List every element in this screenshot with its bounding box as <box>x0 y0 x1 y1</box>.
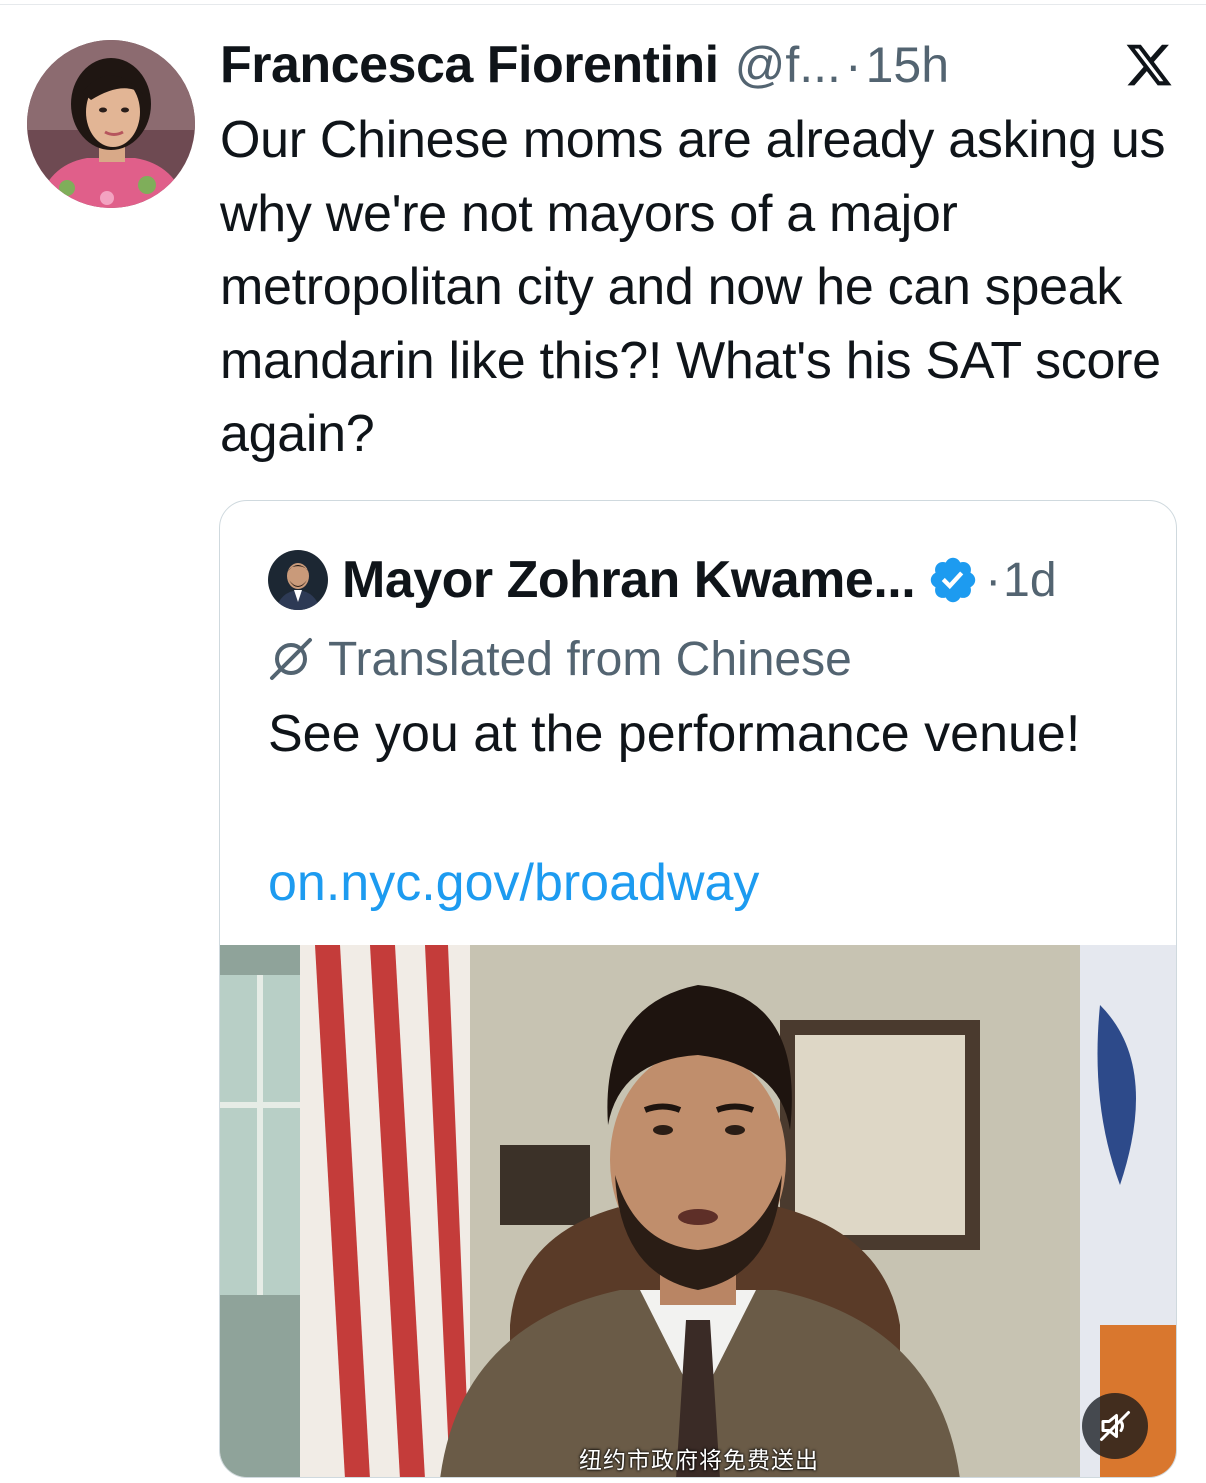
verified-badge-icon <box>930 557 976 603</box>
us-flag <box>300 945 470 1477</box>
video-subtitle: 纽约市政府将免费送出 <box>579 1448 819 1474</box>
quoted-tweet-link[interactable]: on.nyc.gov/broadway <box>268 846 759 920</box>
author-handle[interactable]: @f... <box>735 36 841 94</box>
mute-button[interactable] <box>1082 1393 1148 1459</box>
muted-speaker-icon <box>1100 1411 1130 1441</box>
top-divider <box>0 4 1206 5</box>
video-frame <box>220 945 1176 1477</box>
translation-notice[interactable]: Translated from Chinese <box>268 629 852 689</box>
author-avatar[interactable] <box>27 40 195 208</box>
quoted-avatar-photo <box>268 550 328 610</box>
quoted-author-avatar[interactable] <box>268 550 328 610</box>
post-timestamp[interactable]: 15h <box>866 36 949 94</box>
quoted-timestamp[interactable]: 1d <box>1003 553 1056 608</box>
quoted-tweet-card[interactable]: Mayor Zohran Kwame... · 1d Translated fr… <box>219 500 1177 1478</box>
translated-label: Translated from Chinese <box>328 632 852 686</box>
video-player[interactable]: 纽约市政府将免费送出 <box>220 945 1176 1477</box>
separator-dot: · <box>844 37 862 93</box>
avatar-photo <box>27 40 195 208</box>
quoted-tweet-header: Mayor Zohran Kwame... · 1d <box>342 545 1057 615</box>
quoted-tweet-text: See you at the performance venue! <box>268 705 1081 763</box>
quoted-author-name[interactable]: Mayor Zohran Kwame... <box>342 550 916 610</box>
tweet-header: Francesca Fiorentini @f... · 15h <box>220 30 949 100</box>
quoted-separator-dot: · <box>985 553 1002 607</box>
tweet-text: Our Chinese moms are already asking us w… <box>220 111 1166 463</box>
translate-icon <box>270 638 312 680</box>
x-logo-icon[interactable] <box>1124 40 1174 90</box>
author-name[interactable]: Francesca Fiorentini <box>220 35 719 95</box>
